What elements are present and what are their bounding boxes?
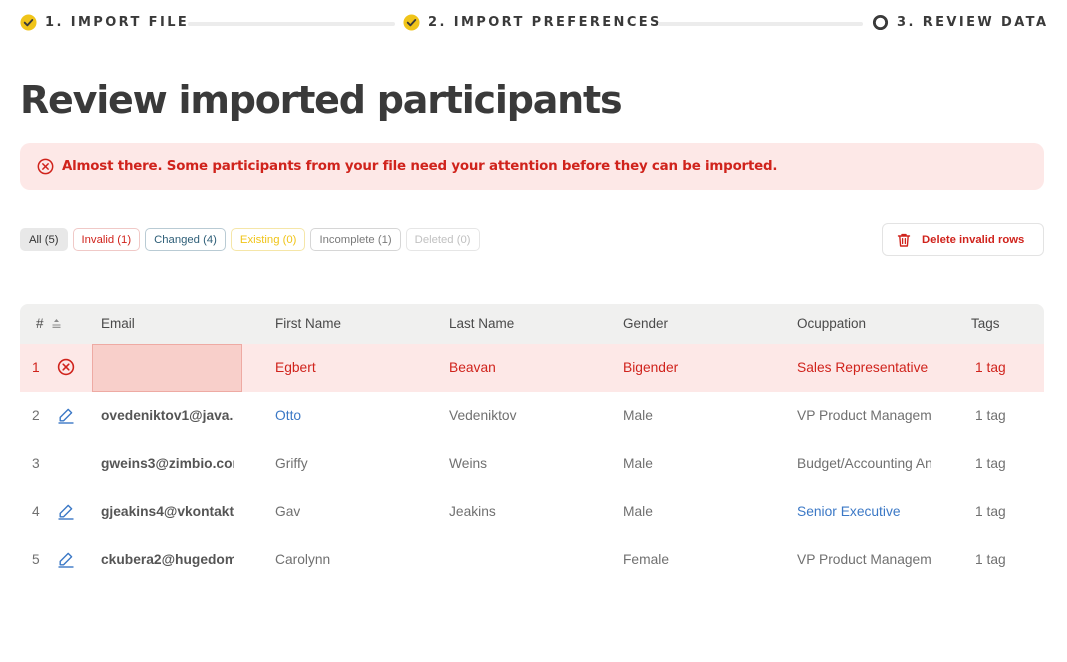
first-name-cell: Otto: [275, 408, 302, 423]
table-row[interactable]: 1 Egbert Beavan Bigender Sales Represent…: [20, 344, 1044, 392]
step-import-preferences[interactable]: 2. IMPORT PREFERENCES: [403, 14, 662, 31]
table-row[interactable]: 2 ovedeniktov1@java.com Otto Vedeniktov …: [20, 392, 1044, 440]
table-row[interactable]: 3 gweins3@zimbio.com Griffy Weins Male B…: [20, 440, 1044, 488]
delete-invalid-rows-button[interactable]: Delete invalid rows: [882, 223, 1044, 256]
row-number: 2: [32, 408, 40, 423]
tags-cell[interactable]: 1 tag: [975, 408, 1006, 423]
row-filter-bar: All (5) Invalid (1) Changed (4) Existing…: [20, 228, 480, 251]
current-step-ring-icon: [872, 14, 889, 31]
step-connector: [188, 22, 395, 26]
tags-cell[interactable]: 1 tag: [975, 360, 1006, 375]
email-cell-empty[interactable]: [92, 344, 242, 392]
step-label: 1. IMPORT FILE: [45, 15, 190, 30]
table-row[interactable]: 4 gjeakins4@vkontakte.ru Gav Jeakins Mal…: [20, 488, 1044, 536]
first-name-cell: Griffy: [275, 456, 308, 471]
row-number: 1: [32, 360, 40, 375]
email-cell: gweins3@zimbio.com: [101, 456, 234, 471]
import-stepper: 1. IMPORT FILE 2. IMPORT PREFERENCES 3. …: [20, 0, 1046, 46]
participants-table: # Email First Name Last Name Gender Ocup…: [20, 304, 1044, 584]
row-number: 3: [32, 456, 40, 471]
last-name-cell: Jeakins: [449, 504, 496, 519]
step-connector: [658, 22, 863, 26]
filter-deleted[interactable]: Deleted (0): [405, 228, 480, 251]
column-header-gender[interactable]: Gender: [623, 316, 668, 331]
tags-cell[interactable]: 1 tag: [975, 552, 1006, 567]
filter-all[interactable]: All (5): [20, 228, 68, 251]
last-name-cell: Weins: [449, 456, 488, 471]
table-header: # Email First Name Last Name Gender Ocup…: [20, 304, 1044, 344]
occupation-cell: VP Product Management: [797, 408, 931, 423]
filter-existing[interactable]: Existing (0): [230, 228, 306, 251]
last-name-cell: Vedeniktov: [449, 408, 517, 423]
delete-invalid-rows-label: Delete invalid rows: [922, 233, 1025, 246]
filter-changed[interactable]: Changed (4): [145, 228, 226, 251]
occupation-cell: VP Product Management: [797, 552, 931, 567]
filter-incomplete[interactable]: Incomplete (1): [310, 228, 401, 251]
tags-cell[interactable]: 1 tag: [975, 456, 1006, 471]
occupation-cell: Sales Representative: [797, 360, 929, 375]
edit-pencil-icon: [58, 504, 74, 520]
column-header-email[interactable]: Email: [101, 316, 135, 331]
column-header-tags[interactable]: Tags: [971, 316, 1000, 331]
occupation-cell: Senior Executive: [797, 504, 901, 519]
gender-cell: Male: [623, 456, 653, 471]
edit-pencil-icon: [58, 408, 74, 424]
last-name-cell: Beavan: [449, 360, 496, 375]
gender-cell: Male: [623, 504, 653, 519]
error-circle-icon: [57, 358, 75, 376]
step-label: 3. REVIEW DATA: [897, 15, 1049, 30]
check-circle-icon: [403, 14, 420, 31]
step-label: 2. IMPORT PREFERENCES: [428, 15, 662, 30]
gender-cell: Bigender: [623, 360, 679, 375]
column-header-first-name[interactable]: First Name: [275, 316, 341, 331]
filter-invalid[interactable]: Invalid (1): [72, 228, 141, 251]
step-review-data[interactable]: 3. REVIEW DATA: [872, 14, 1048, 31]
edit-pencil-icon: [58, 552, 74, 568]
alert-message: Almost there. Some participants from you…: [62, 159, 778, 174]
gender-cell: Male: [623, 408, 653, 423]
error-circle-icon: [37, 158, 54, 175]
gender-cell: Female: [623, 552, 670, 567]
tags-cell[interactable]: 1 tag: [975, 504, 1006, 519]
first-name-cell: Gav: [275, 504, 301, 519]
attention-alert: Almost there. Some participants from you…: [20, 143, 1044, 190]
email-cell: ckubera2@hugedomains.com: [101, 552, 234, 567]
trash-icon: [897, 233, 911, 247]
check-circle-icon: [20, 14, 37, 31]
row-number: 5: [32, 552, 40, 567]
column-header-occupation[interactable]: Ocuppation: [797, 316, 866, 331]
email-cell: gjeakins4@vkontakte.ru: [101, 504, 234, 519]
page-title: Review imported participants: [20, 78, 623, 122]
email-cell: ovedeniktov1@java.com: [101, 408, 234, 423]
column-header-number: #: [36, 316, 44, 331]
column-header-last-name[interactable]: Last Name: [449, 316, 514, 331]
first-name-cell: Egbert: [275, 360, 316, 375]
sort-icon[interactable]: [51, 318, 62, 329]
occupation-cell: Budget/Accounting Analyst: [797, 456, 931, 471]
step-import-file[interactable]: 1. IMPORT FILE: [20, 14, 189, 31]
row-number: 4: [32, 504, 40, 519]
table-row[interactable]: 5 ckubera2@hugedomains.com Carolynn Fema…: [20, 536, 1044, 584]
first-name-cell: Carolynn: [275, 552, 331, 567]
